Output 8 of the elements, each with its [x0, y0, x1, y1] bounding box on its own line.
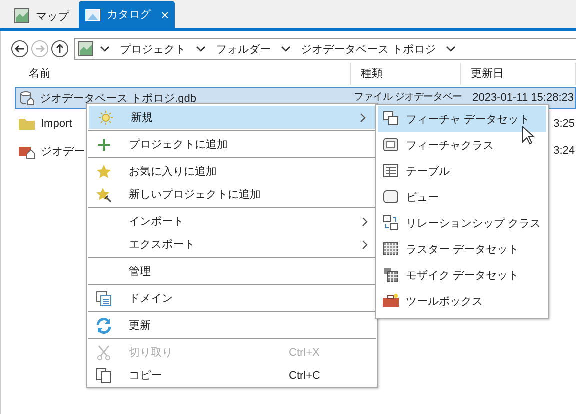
file-type: ファイル ジオデータベー: [354, 91, 462, 105]
file-name: Import: [41, 118, 72, 130]
shortcut-text: Ctrl+X: [289, 346, 321, 358]
modified-date: 3:25: [554, 118, 575, 130]
file-name: ジオデー: [41, 144, 85, 158]
modified-date: 2023-01-11 15:28:23: [472, 92, 574, 104]
shortcut-text: Ctrl+C: [289, 370, 322, 382]
modified-date: 3:24: [554, 145, 575, 157]
